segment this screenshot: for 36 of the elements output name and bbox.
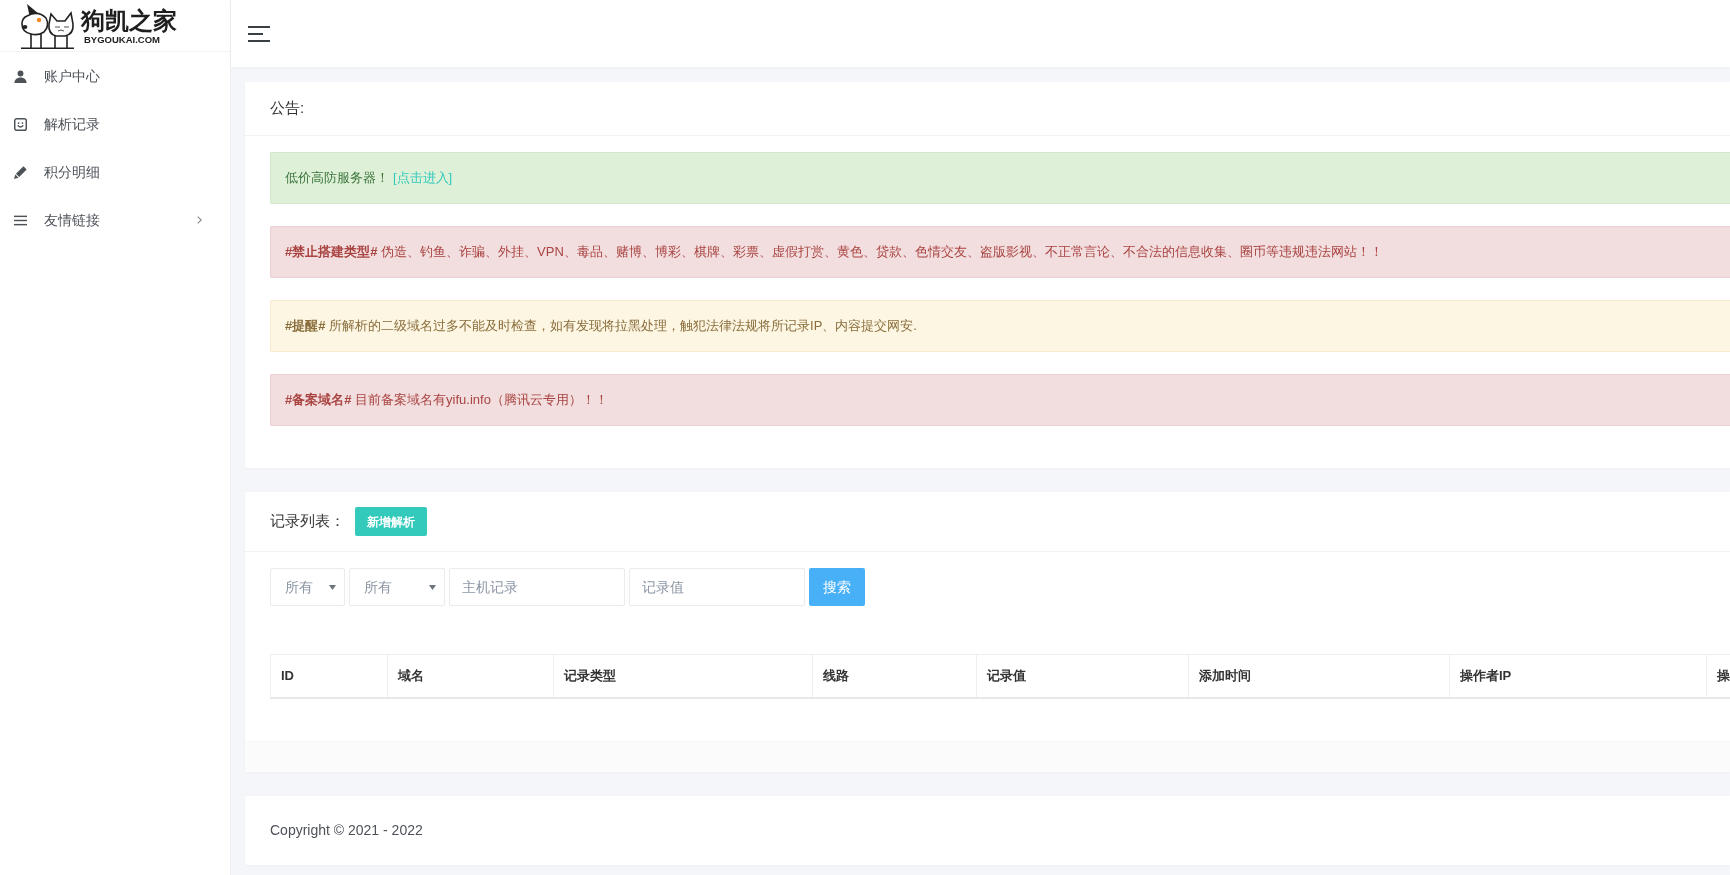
column-header: ID (270, 654, 388, 698)
sidebar-item[interactable]: 友情链接 (0, 196, 230, 244)
column-header: 域名 (387, 654, 554, 698)
select-field[interactable]: 所有 (270, 568, 345, 606)
column-header: 记录值 (976, 654, 1189, 698)
search-button[interactable]: 搜索 (809, 568, 865, 606)
caret-down-icon (429, 584, 436, 590)
card-title: 公告: (270, 98, 305, 119)
pencil-icon (14, 165, 27, 179)
alert-text: #提醒# 所解析的二级域名过多不能及时检查，如有发现将拉黑处理，触犯法律法规将所记录IP、内容提交网安. (285, 317, 917, 336)
sidebar-item[interactable]: 解析记录 (0, 100, 230, 148)
select-field[interactable]: 所有 (349, 568, 445, 606)
alert-text: 低价高防服务器！ (285, 169, 389, 188)
user-icon (14, 69, 27, 83)
alert-link[interactable]: [点击进入] (393, 168, 453, 188)
input-field[interactable]: 记录值 (629, 568, 805, 606)
column-header: 记录类型 (553, 654, 813, 698)
column-header: 线路 (812, 654, 977, 698)
sidebar-item[interactable]: 账户中心 (0, 52, 230, 100)
logo-title: 狗凯之家 (81, 6, 177, 34)
alert-text: #备案域名# 目前备案域名有yifu.info（腾讯云专用）！！ (285, 391, 608, 410)
alert-text: #禁止搭建类型# 伪造、钓鱼、诈骗、外挂、VPN、毒品、赌博、博彩、棋牌、彩票、虚假打赏、黄色、贷款、色情交友、盗版影视、不正常言论、不合法的信息收集、圈币等违规违法网站！！ (285, 243, 1383, 262)
add-record-button[interactable]: 新增解析 (355, 507, 427, 536)
sidebar-item[interactable]: 积分明细 (0, 148, 230, 196)
input-field[interactable]: 主机记录 (449, 568, 625, 606)
column-header: 操 (1706, 654, 1730, 698)
caret-down-icon (329, 584, 336, 590)
copyright-text: Copyright © 2021 - 2022 (270, 820, 423, 840)
card-title: 记录列表： (270, 511, 345, 532)
chevron-right-icon (197, 216, 202, 224)
column-header: 添加时间 (1188, 654, 1450, 698)
smiley-note-icon (14, 117, 27, 131)
column-header: 操作者IP (1449, 654, 1707, 698)
menu-icon[interactable] (248, 25, 270, 42)
logo-subtitle: BYGOUKAI.COM (84, 33, 161, 45)
list-icon (14, 213, 27, 227)
